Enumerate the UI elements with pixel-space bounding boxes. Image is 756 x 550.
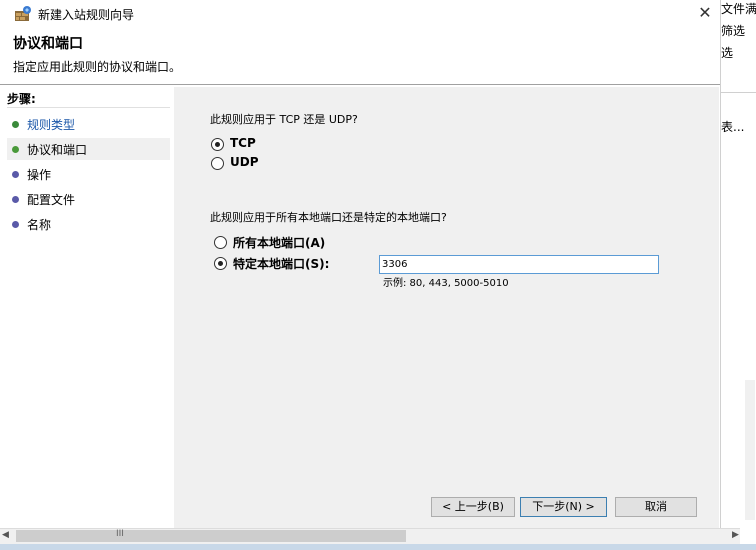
background-text: 筛选 <box>721 24 746 38</box>
steps-title: 步骤: <box>7 92 36 106</box>
back-button[interactable]: < 上一步(B) <box>431 497 515 517</box>
window-title: 新建入站规则向导 <box>38 8 135 22</box>
step-dot-icon <box>12 171 19 178</box>
step-protocol-and-ports[interactable]: 协议和端口 <box>7 138 170 160</box>
header-divider <box>0 84 720 85</box>
page-title: 协议和端口 <box>13 36 83 52</box>
step-rule-type[interactable]: 规则类型 <box>7 113 170 135</box>
taskbar-edge <box>0 544 756 550</box>
port-input[interactable] <box>379 255 659 274</box>
page-subtitle: 指定应用此规则的协议和端口。 <box>13 60 182 74</box>
step-dot-icon <box>12 121 19 128</box>
step-label: 规则类型 <box>27 118 76 132</box>
steps-divider <box>7 107 170 108</box>
step-name[interactable]: 名称 <box>7 213 170 235</box>
radio-label: TCP <box>230 136 256 150</box>
firewall-wizard-icon <box>15 6 31 21</box>
step-dot-icon <box>12 221 19 228</box>
step-label: 操作 <box>27 168 52 182</box>
background-text: 表... <box>721 120 745 134</box>
next-button[interactable]: 下一步(N) > <box>520 497 607 517</box>
protocol-question: 此规则应用于 TCP 还是 UDP? <box>210 113 358 126</box>
radio-selected-icon <box>211 138 224 151</box>
step-profile[interactable]: 配置文件 <box>7 188 170 210</box>
step-dot-icon <box>12 196 19 203</box>
step-label: 名称 <box>27 218 52 232</box>
background-text: 文件满 <box>721 2 756 16</box>
close-button[interactable]: ✕ <box>692 2 718 24</box>
background-window: 文件满 筛选 选 表... <box>720 0 756 528</box>
divider <box>721 92 756 93</box>
radio-label: 特定本地端口(S): <box>233 257 330 271</box>
background-text: 选 <box>721 46 734 60</box>
ports-question: 此规则应用于所有本地端口还是特定的本地端口? <box>210 211 447 224</box>
radio-selected-icon <box>214 257 227 270</box>
background-scrollbar <box>745 380 755 520</box>
step-label: 配置文件 <box>27 193 76 207</box>
scrollbar-grip-icon: III <box>116 529 124 539</box>
scroll-left-arrow-icon[interactable]: ◀ <box>2 530 9 540</box>
step-dot-icon <box>12 146 19 153</box>
cancel-button[interactable]: 取消 <box>615 497 697 517</box>
scrollbar-thumb[interactable] <box>16 530 406 542</box>
port-example: 示例: 80, 443, 5000-5010 <box>383 278 509 289</box>
step-action[interactable]: 操作 <box>7 163 170 185</box>
scroll-right-arrow-icon[interactable]: ▶ <box>732 530 739 540</box>
radio-label: UDP <box>230 155 259 169</box>
step-label: 协议和端口 <box>27 143 88 157</box>
radio-unselected-icon <box>211 157 224 170</box>
radio-label: 所有本地端口(A) <box>233 236 326 250</box>
main-panel <box>174 87 719 528</box>
radio-unselected-icon <box>214 236 227 249</box>
